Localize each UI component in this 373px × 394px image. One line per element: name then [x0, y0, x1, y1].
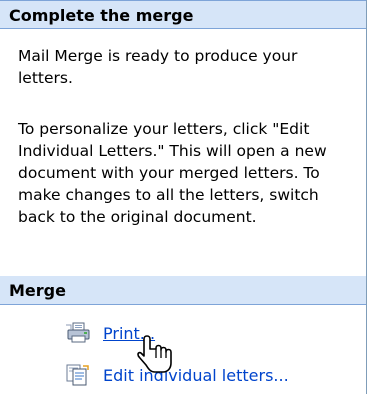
print-action[interactable]: Print...: [65, 321, 155, 345]
merge-section-title: Merge: [9, 281, 66, 300]
personalize-instructions: To personalize your letters, click "Edit…: [18, 120, 327, 226]
section-title: Complete the merge: [9, 6, 194, 25]
ready-message: Mail Merge is ready to produce your lett…: [18, 47, 298, 87]
task-pane: Complete the merge Mail Merge is ready t…: [0, 0, 367, 394]
complete-the-merge-header: Complete the merge: [0, 0, 366, 29]
printer-icon: [66, 322, 90, 343]
edit-letters-icon: [66, 364, 89, 386]
edit-individual-letters-link[interactable]: Edit individual letters...: [103, 366, 289, 385]
merge-section-header: Merge: [0, 276, 366, 305]
print-link[interactable]: Print...: [103, 324, 155, 343]
edit-individual-letters-action[interactable]: Edit individual letters...: [65, 363, 289, 387]
mail-merge-task-pane-window: Complete the merge Mail Merge is ready t…: [0, 0, 373, 394]
